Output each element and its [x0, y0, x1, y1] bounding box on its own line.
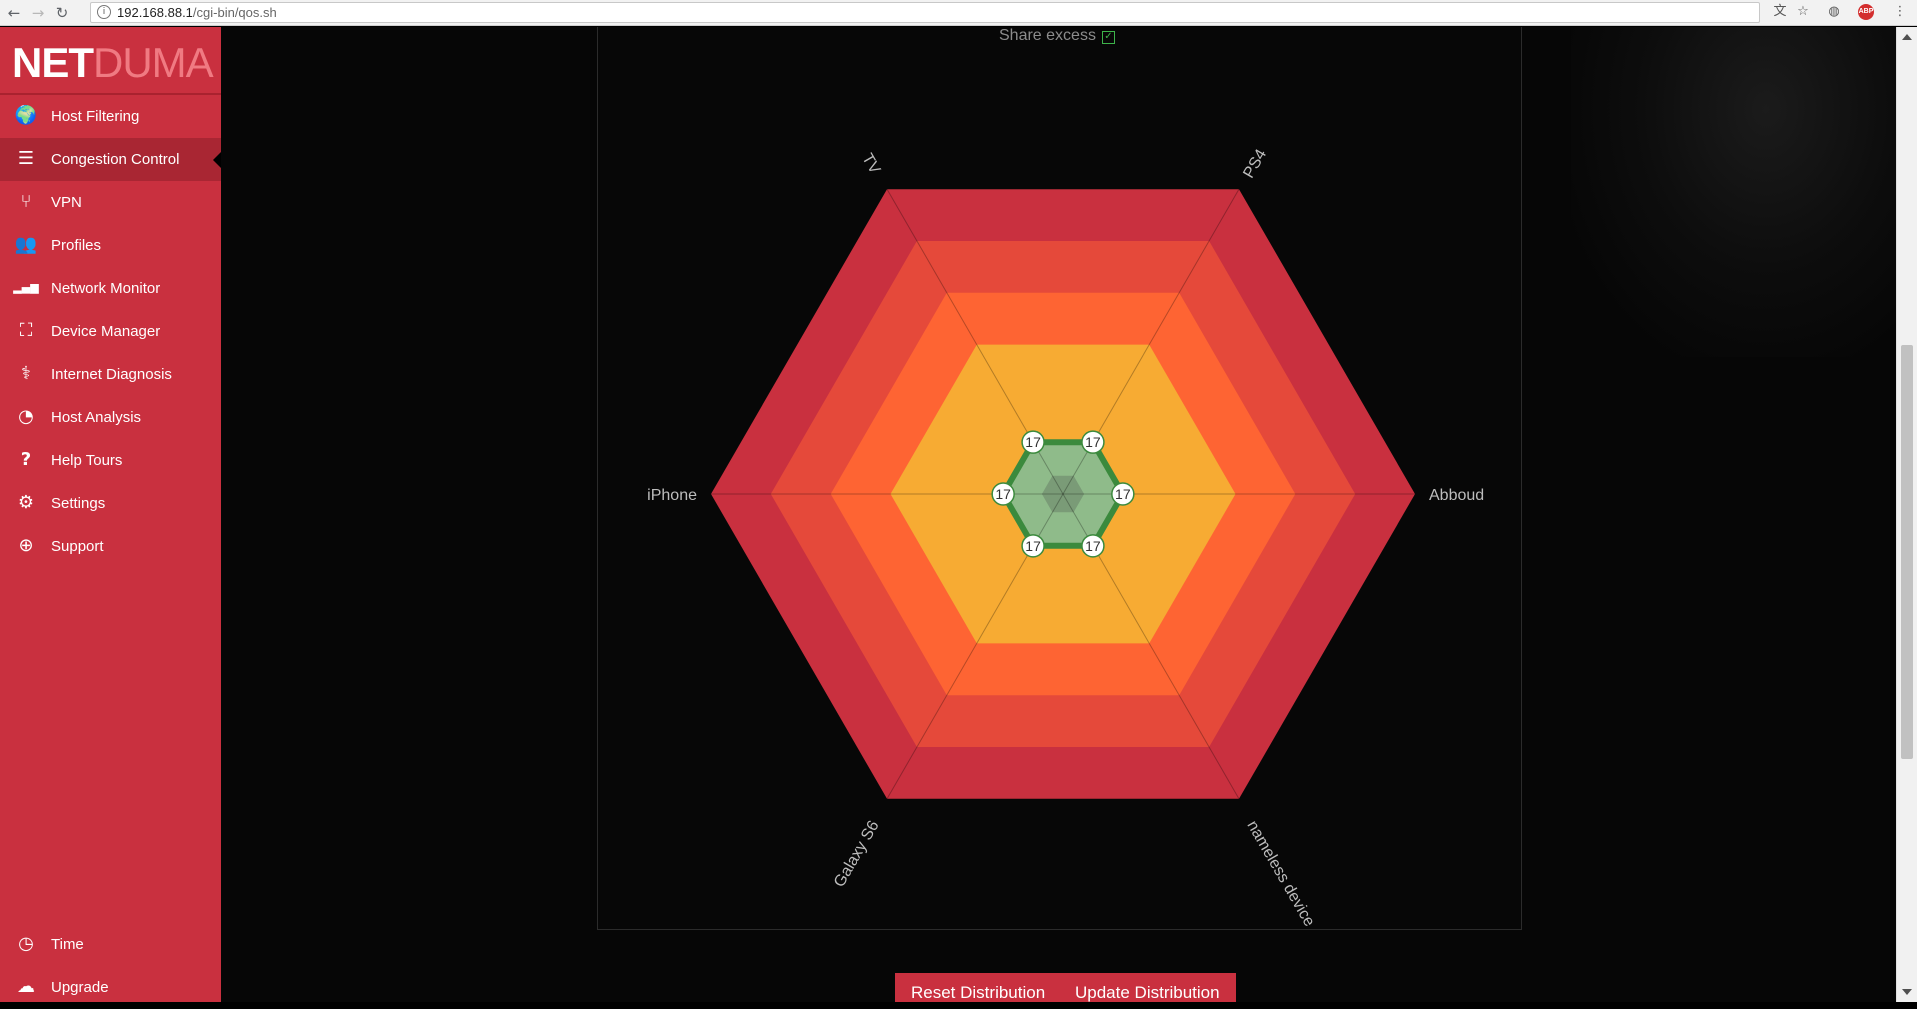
sidebar-item-device-manager[interactable]: ⛶ Device Manager: [0, 310, 221, 353]
sidebar-item-support[interactable]: ⊕ Support: [0, 525, 221, 568]
sidebar-item-vpn[interactable]: ⑂ VPN: [0, 181, 221, 224]
reload-icon[interactable]: ↻: [52, 3, 72, 23]
main-content: Share excess ✓ 17 17 17 17 17 17 PS4 Abboud namel…: [221, 27, 1896, 1002]
sidebar-item-time[interactable]: ◷ Time: [0, 923, 221, 966]
globe-icon: 🌍: [14, 105, 38, 126]
question-icon: ?: [20, 449, 32, 470]
scroll-up-icon[interactable]: [1902, 34, 1912, 40]
distribution-radar-chart[interactable]: 17 17 17 17 17 17 PS4 Abboud nameless device Gala…: [221, 27, 1896, 1002]
sidebar-item-settings[interactable]: ⚙ Settings: [0, 482, 221, 525]
axis-label-iphone: iPhone: [647, 487, 697, 504]
sidebar-item-label: Profiles: [51, 237, 102, 254]
stethoscope-icon: ⚕: [21, 363, 31, 384]
value-label: 17: [1085, 434, 1101, 450]
back-icon[interactable]: ←: [4, 3, 24, 23]
address-bar[interactable]: i 192.168.88.1/cgi-bin/qos.sh: [90, 2, 1760, 23]
sidebar-item-label: Internet Diagnosis: [51, 366, 172, 383]
bar-chart-icon: ▂▄▆: [13, 281, 39, 294]
sidebar-item-label: Network Monitor: [51, 280, 161, 297]
sidebar-menu: 🌍 Host Filtering ☰ Congestion Control ⑂ VPN…: [0, 95, 221, 568]
forward-icon[interactable]: →: [28, 3, 48, 23]
sidebar-item-internet-diagnosis[interactable]: ⚕ Internet Diagnosis: [0, 353, 221, 396]
scroll-down-icon[interactable]: [1902, 989, 1912, 995]
sidebar-item-profiles[interactable]: 👥 Profiles: [0, 224, 221, 267]
update-distribution-button[interactable]: Update Distribution: [1059, 973, 1236, 1002]
vertical-scrollbar[interactable]: [1896, 27, 1917, 1002]
sidebar-item-label: Congestion Control: [51, 151, 180, 168]
translate-icon[interactable]: 文: [1772, 4, 1788, 20]
logo-net: NET: [12, 39, 94, 86]
sidebar-item-label: Upgrade: [51, 979, 109, 996]
axis-label-ps4: PS4: [1240, 147, 1270, 182]
logo-duma: DUMA: [93, 39, 214, 86]
users-icon: 👥: [14, 234, 38, 255]
code-fork-icon: ⑂: [20, 191, 32, 212]
axis-label-abboud: Abboud: [1429, 487, 1484, 504]
value-label: 17: [1025, 434, 1041, 450]
cloud-download-icon: ☁: [17, 976, 35, 997]
sidebar-item-help-tours[interactable]: ? Help Tours: [0, 439, 221, 482]
axis-label-nameless-device: nameless device: [1243, 818, 1317, 930]
value-label: 17: [995, 486, 1011, 502]
clock-icon: ◷: [18, 933, 34, 954]
sidebar-item-label: Support: [51, 538, 104, 555]
sidebar-bottom-menu: ◷ Time ☁ Upgrade: [0, 923, 221, 1009]
sidebar-item-label: Settings: [51, 495, 106, 512]
sidebar-item-congestion-control[interactable]: ☰ Congestion Control: [0, 138, 221, 181]
sidebar-item-host-filtering[interactable]: 🌍 Host Filtering: [0, 95, 221, 138]
info-icon[interactable]: i: [97, 5, 111, 19]
url-host: 192.168.88.1: [117, 5, 193, 20]
life-ring-icon: ⊕: [18, 535, 34, 556]
sidebar-item-label: VPN: [51, 194, 82, 211]
value-label: 17: [1085, 538, 1101, 554]
cogs-icon: ⚙: [17, 492, 35, 513]
adblock-icon[interactable]: ABP: [1858, 4, 1874, 20]
scrollbar-thumb[interactable]: [1901, 345, 1913, 759]
sidebar-item-upgrade[interactable]: ☁ Upgrade: [0, 966, 221, 1009]
sidebar-item-label: Device Manager: [51, 323, 161, 340]
value-label: 17: [1025, 538, 1041, 554]
browser-toolbar: ← → ↻ i 192.168.88.1/cgi-bin/qos.sh 文 ☆ …: [0, 0, 1917, 26]
sidebar-item-host-analysis[interactable]: ◔ Host Analysis: [0, 396, 221, 439]
url-text: 192.168.88.1/cgi-bin/qos.sh: [117, 5, 277, 21]
reset-distribution-button[interactable]: Reset Distribution: [895, 973, 1062, 1002]
sidebar-item-network-monitor[interactable]: ▂▄▆ Network Monitor: [0, 267, 221, 310]
sitemap-icon: ⛶: [19, 320, 33, 341]
axis-label-galaxy-s6: Galaxy S6: [831, 818, 883, 891]
star-icon[interactable]: ☆: [1795, 4, 1811, 20]
sidebar-item-label: Time: [51, 936, 84, 953]
axis-label-tv: TV: [858, 151, 883, 177]
sliders-icon: ☰: [17, 148, 35, 169]
dashboard-icon: ◔: [18, 406, 34, 427]
sidebar-item-label: Host Filtering: [51, 108, 140, 125]
sidebar: NETDUMA 🌍 Host Filtering ☰ Congestion Cont…: [0, 27, 221, 1002]
sidebar-item-label: Help Tours: [51, 452, 123, 469]
extension-globe-icon[interactable]: ◍: [1826, 4, 1842, 20]
sidebar-item-label: Host Analysis: [51, 409, 142, 426]
netduma-logo[interactable]: NETDUMA: [12, 39, 214, 87]
value-label: 17: [1115, 486, 1131, 502]
url-path: /cgi-bin/qos.sh: [192, 5, 277, 20]
menu-dots-icon[interactable]: ⋮: [1892, 4, 1908, 20]
